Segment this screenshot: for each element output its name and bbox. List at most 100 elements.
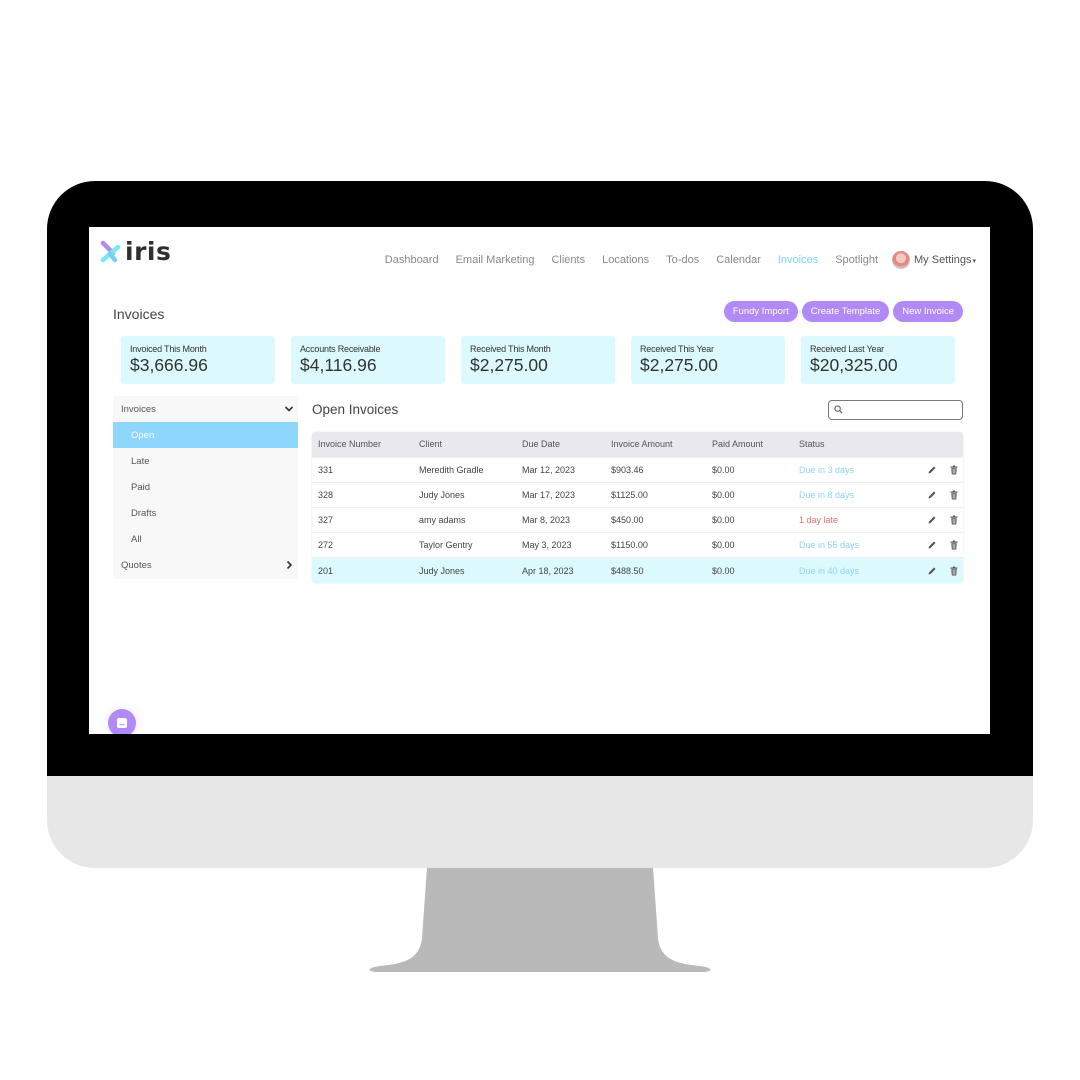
edit-pencil-icon[interactable] xyxy=(927,515,937,525)
paid-amount-cell: $0.00 xyxy=(712,489,735,500)
due-date-cell: Mar 17, 2023 xyxy=(522,489,576,500)
client-cell: Taylor Gentry xyxy=(419,540,473,551)
section-title: Open Invoices xyxy=(312,402,399,417)
edit-pencil-icon[interactable] xyxy=(927,566,937,576)
nav-dashboard[interactable]: Dashboard xyxy=(385,254,439,266)
table-row[interactable]: 201 Judy Jones Apr 18, 2023 $488.50 $0.0… xyxy=(312,557,963,583)
edit-pencil-icon[interactable] xyxy=(927,540,937,550)
stat-received-this-year: Received This Year $2,275.00 xyxy=(631,336,785,384)
column-header-status[interactable]: Status xyxy=(793,432,893,457)
status-cell: 1 day late xyxy=(799,514,839,525)
table-row[interactable]: 331 Meredith Gradle Mar 12, 2023 $903.46… xyxy=(312,457,963,482)
stat-received-this-month: Received This Month $2,275.00 xyxy=(461,336,615,384)
nav-spotlight[interactable]: Spotlight xyxy=(835,254,878,266)
logo[interactable]: iris xyxy=(99,237,171,266)
row-actions xyxy=(893,482,963,507)
client-cell: amy adams xyxy=(419,514,466,525)
monitor-stand xyxy=(369,868,711,972)
create-template-button[interactable]: Create Template xyxy=(801,301,890,322)
nav-todos[interactable]: To-dos xyxy=(666,254,699,266)
action-buttons: Fundy Import Create Template New Invoice xyxy=(723,301,963,322)
sidebar-quotes-group[interactable]: Quotes xyxy=(113,552,298,578)
table-row[interactable]: 327 amy adams Mar 8, 2023 $450.00 $0.00 … xyxy=(312,507,963,532)
row-actions xyxy=(893,558,963,583)
stats-row: Invoiced This Month $3,666.96 Accounts R… xyxy=(121,336,955,384)
sidebar-item-label: Late xyxy=(131,455,150,467)
page-title: Invoices xyxy=(113,306,165,322)
my-settings-menu[interactable]: My Settings▾ xyxy=(914,254,976,266)
table-row[interactable]: 272 Taylor Gentry May 3, 2023 $1150.00 $… xyxy=(312,532,963,558)
edit-pencil-icon[interactable] xyxy=(927,465,937,475)
nav-calendar[interactable]: Calendar xyxy=(716,254,761,266)
status-cell: Due in 40 days xyxy=(799,565,860,576)
sidebar-item-open[interactable]: Open xyxy=(113,422,298,448)
nav-clients[interactable]: Clients xyxy=(551,254,585,266)
sidebar-item-label: Paid xyxy=(131,481,151,493)
invoice-number-cell: 331 xyxy=(318,464,334,475)
monitor-chin xyxy=(47,776,1033,868)
nav-invoices[interactable]: Invoices xyxy=(778,254,818,266)
paid-amount-cell: $0.00 xyxy=(712,565,735,576)
stat-invoiced-this-month: Invoiced This Month $3,666.96 xyxy=(121,336,275,384)
iris-logo-icon xyxy=(100,240,121,262)
column-header-due-date[interactable]: Due Date xyxy=(516,432,605,457)
status-cell: Due in 3 days xyxy=(799,464,855,475)
top-nav: Dashboard Email Marketing Clients Locati… xyxy=(368,251,976,269)
invoice-number-cell: 201 xyxy=(318,565,334,576)
stat-value: $3,666.96 xyxy=(130,355,208,375)
column-header-client[interactable]: Client xyxy=(413,432,516,457)
delete-trash-icon[interactable] xyxy=(949,540,959,550)
due-date-cell: Apr 18, 2023 xyxy=(522,565,574,576)
sidebar-item-all[interactable]: All xyxy=(113,526,298,552)
stat-received-last-year: Received Last Year $20,325.00 xyxy=(801,336,955,384)
stat-value: $2,275.00 xyxy=(640,355,718,375)
user-avatar[interactable] xyxy=(892,251,911,269)
invoice-amount-cell: $450.00 xyxy=(611,514,644,525)
stat-label: Invoiced This Month xyxy=(130,344,207,354)
status-cell: Due in 8 days xyxy=(799,489,855,500)
stat-value: $2,275.00 xyxy=(470,355,548,375)
client-cell: Judy Jones xyxy=(419,565,465,576)
row-actions xyxy=(893,457,963,482)
sidebar-invoices-group[interactable]: Invoices xyxy=(113,396,298,422)
stat-label: Received This Month xyxy=(470,344,551,354)
column-header-paid-amount[interactable]: Paid Amount xyxy=(706,432,793,457)
column-header-actions xyxy=(893,432,963,457)
column-header-invoice-amount[interactable]: Invoice Amount xyxy=(605,432,706,457)
chat-launcher-button[interactable] xyxy=(108,709,136,734)
invoice-number-cell: 328 xyxy=(318,489,334,500)
sidebar: Invoices Open Late Paid Drafts All Quote… xyxy=(113,396,298,579)
delete-trash-icon[interactable] xyxy=(949,515,959,525)
sidebar-item-label: Open xyxy=(131,429,155,441)
nav-locations[interactable]: Locations xyxy=(602,254,649,266)
sidebar-item-late[interactable]: Late xyxy=(113,448,298,474)
new-invoice-button[interactable]: New Invoice xyxy=(893,301,963,322)
invoice-amount-cell: $903.46 xyxy=(611,464,644,475)
invoice-number-cell: 272 xyxy=(318,540,334,551)
row-actions xyxy=(893,507,963,532)
paid-amount-cell: $0.00 xyxy=(712,514,735,525)
invoice-number-cell: 327 xyxy=(318,514,334,525)
delete-trash-icon[interactable] xyxy=(949,465,959,475)
due-date-cell: Mar 8, 2023 xyxy=(522,514,571,525)
sidebar-item-paid[interactable]: Paid xyxy=(113,474,298,500)
delete-trash-icon[interactable] xyxy=(949,490,959,500)
invoice-amount-cell: $1125.00 xyxy=(611,489,648,500)
edit-pencil-icon[interactable] xyxy=(927,490,937,500)
table-row[interactable]: 328 Judy Jones Mar 17, 2023 $1125.00 $0.… xyxy=(312,482,963,507)
nav-email-marketing[interactable]: Email Marketing xyxy=(456,254,535,266)
search-input[interactable] xyxy=(828,400,963,420)
delete-trash-icon[interactable] xyxy=(949,566,959,576)
sidebar-item-label: Drafts xyxy=(131,507,157,519)
stat-label: Accounts Receivable xyxy=(300,344,381,354)
fundy-import-button[interactable]: Fundy Import xyxy=(723,301,798,322)
sidebar-item-drafts[interactable]: Drafts xyxy=(113,500,298,526)
invoices-table: Invoice Number Client Due Date Invoice A… xyxy=(312,432,963,583)
paid-amount-cell: $0.00 xyxy=(712,464,735,475)
caret-down-icon: ▾ xyxy=(972,258,976,265)
stat-value: $20,325.00 xyxy=(810,355,898,375)
column-header-invoice-number[interactable]: Invoice Number xyxy=(312,432,413,457)
table-header-row: Invoice Number Client Due Date Invoice A… xyxy=(312,432,963,457)
sidebar-item-label: All xyxy=(131,533,142,545)
app-screen: iris Dashboard Email Marketing Clients L… xyxy=(89,227,990,734)
